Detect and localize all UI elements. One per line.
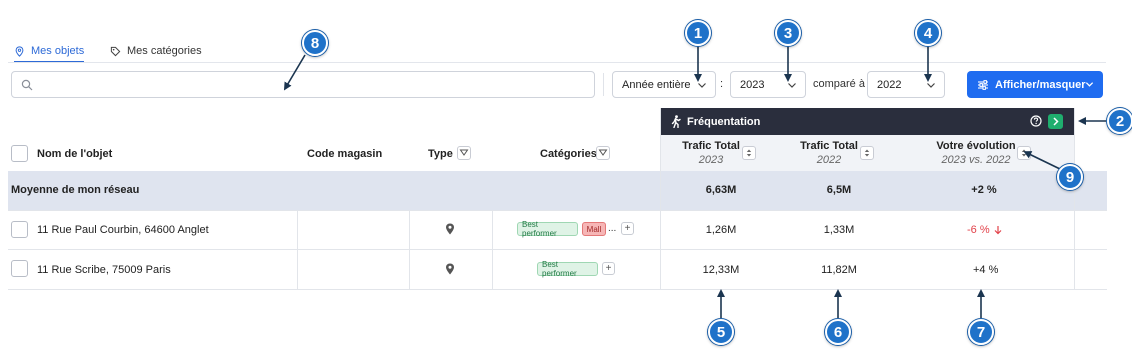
type-filter-button[interactable] bbox=[457, 146, 471, 160]
callout-badge-4: 4 bbox=[915, 20, 941, 46]
row-checkbox[interactable] bbox=[11, 221, 28, 238]
chevron-down-icon bbox=[927, 83, 935, 88]
year-select[interactable]: 2023 bbox=[730, 71, 806, 98]
search-icon bbox=[21, 79, 33, 91]
average-traffic-2023: 6,63M bbox=[705, 184, 737, 196]
evolution-sort-button[interactable] bbox=[1017, 146, 1031, 160]
average-traffic-2022: 6,5M bbox=[826, 184, 852, 196]
chevron-down-icon bbox=[698, 83, 706, 88]
period-select[interactable]: Année entière bbox=[612, 71, 716, 98]
row-checkbox[interactable] bbox=[11, 260, 28, 277]
period-separator: : bbox=[720, 78, 724, 90]
column-header-evolution[interactable]: Votre évolution bbox=[926, 140, 1026, 152]
average-row-label: Moyenne de mon réseau bbox=[11, 184, 140, 196]
year-value: 2023 bbox=[740, 78, 765, 91]
show-hide-columns-button[interactable]: Afficher/masquer bbox=[967, 71, 1103, 98]
column-divider bbox=[409, 210, 410, 290]
callout-badge-6: 6 bbox=[825, 319, 851, 345]
add-category-button[interactable]: + bbox=[602, 262, 615, 275]
callout-badge-3: 3 bbox=[775, 20, 801, 46]
evolution-value: -6 % bbox=[967, 224, 990, 236]
chevron-down-icon bbox=[1085, 82, 1094, 87]
help-icon[interactable] bbox=[1030, 115, 1042, 127]
evolution-value: +4 % bbox=[973, 264, 999, 276]
search-box[interactable] bbox=[11, 71, 595, 98]
filter-icon bbox=[459, 149, 469, 156]
sort-icon bbox=[746, 149, 752, 157]
column-header-categories[interactable]: Catégories bbox=[540, 148, 597, 160]
compare-year-value: 2022 bbox=[877, 78, 902, 91]
location-pin-icon bbox=[446, 223, 454, 235]
row-divider bbox=[8, 289, 1107, 290]
row-divider bbox=[8, 210, 1107, 211]
tab-mes-categories[interactable]: Mes catégories bbox=[110, 40, 202, 62]
tag-mall: Mall bbox=[582, 222, 606, 236]
column-divider bbox=[297, 210, 298, 290]
arrow-down-icon bbox=[994, 226, 1002, 235]
column-divider bbox=[492, 210, 493, 290]
callout-badge-1: 1 bbox=[685, 20, 711, 46]
tab-label: Mes objets bbox=[31, 45, 85, 57]
tabs-divider bbox=[8, 62, 1106, 63]
row-divider bbox=[8, 249, 1107, 250]
traffic-2023-sort-button[interactable] bbox=[742, 146, 756, 160]
sort-icon bbox=[1021, 149, 1027, 157]
sort-icon bbox=[864, 149, 870, 157]
select-all-checkbox[interactable] bbox=[11, 145, 28, 162]
tag-best-performer: Best performer bbox=[517, 220, 578, 238]
location-pin-icon bbox=[446, 263, 454, 275]
filter-icon bbox=[598, 149, 608, 156]
tag-best-performer: Best performer bbox=[537, 260, 598, 278]
tab-mes-objets[interactable]: Mes objets bbox=[14, 40, 85, 63]
sliders-icon bbox=[978, 79, 988, 90]
column-subheader-evolution: 2023 vs. 2022 bbox=[941, 154, 1011, 166]
frequentation-title: Fréquentation bbox=[687, 116, 761, 128]
traffic-2022-sort-button[interactable] bbox=[860, 146, 874, 160]
average-evolution: +2 % bbox=[971, 184, 997, 196]
more-tags-ellipsis: ... bbox=[608, 223, 617, 234]
column-subheader-2022: 2022 bbox=[816, 154, 842, 166]
traffic-2022-value: 1,33M bbox=[823, 224, 855, 236]
compare-year-select[interactable]: 2022 bbox=[867, 71, 945, 98]
map-pin-icon bbox=[15, 45, 24, 57]
column-header-type[interactable]: Type bbox=[428, 148, 453, 160]
categories-filter-button[interactable] bbox=[596, 146, 610, 160]
column-divider bbox=[1074, 108, 1075, 290]
object-name: 11 Rue Scribe, 75009 Paris bbox=[37, 264, 171, 276]
expand-button[interactable] bbox=[1048, 114, 1063, 129]
traffic-2023-value: 1,26M bbox=[705, 224, 737, 236]
frequentation-header: Fréquentation bbox=[661, 108, 1075, 135]
callout-badge-5: 5 bbox=[708, 319, 734, 345]
chevron-right-icon bbox=[1053, 117, 1059, 126]
walking-person-icon bbox=[671, 115, 681, 128]
column-subheader-2023: 2023 bbox=[698, 154, 724, 166]
traffic-2022-value: 11,82M bbox=[821, 264, 857, 276]
chevron-down-icon bbox=[788, 83, 796, 88]
period-value: Année entière bbox=[622, 78, 691, 91]
add-category-button[interactable]: + bbox=[621, 222, 634, 235]
toolbar-divider bbox=[603, 73, 604, 96]
column-header-traffic-2022[interactable]: Trafic Total bbox=[789, 140, 869, 152]
tab-label: Mes catégories bbox=[127, 45, 202, 57]
object-name: 11 Rue Paul Courbin, 64600 Anglet bbox=[37, 224, 209, 236]
column-header-traffic-2023[interactable]: Trafic Total bbox=[671, 140, 751, 152]
callout-badge-2: 2 bbox=[1107, 108, 1132, 134]
column-header-code[interactable]: Code magasin bbox=[307, 148, 382, 160]
callout-badge-7: 7 bbox=[968, 319, 994, 345]
callout-badge-9: 9 bbox=[1057, 164, 1083, 190]
column-divider bbox=[660, 108, 661, 290]
show-hide-label: Afficher/masquer bbox=[995, 78, 1086, 91]
traffic-2023-value: 12,33M bbox=[702, 264, 740, 276]
callout-badge-8: 8 bbox=[302, 30, 328, 56]
column-header-name[interactable]: Nom de l'objet bbox=[37, 148, 112, 160]
search-input[interactable] bbox=[40, 75, 580, 94]
tag-icon bbox=[110, 46, 121, 56]
compare-label: comparé à bbox=[813, 78, 865, 90]
